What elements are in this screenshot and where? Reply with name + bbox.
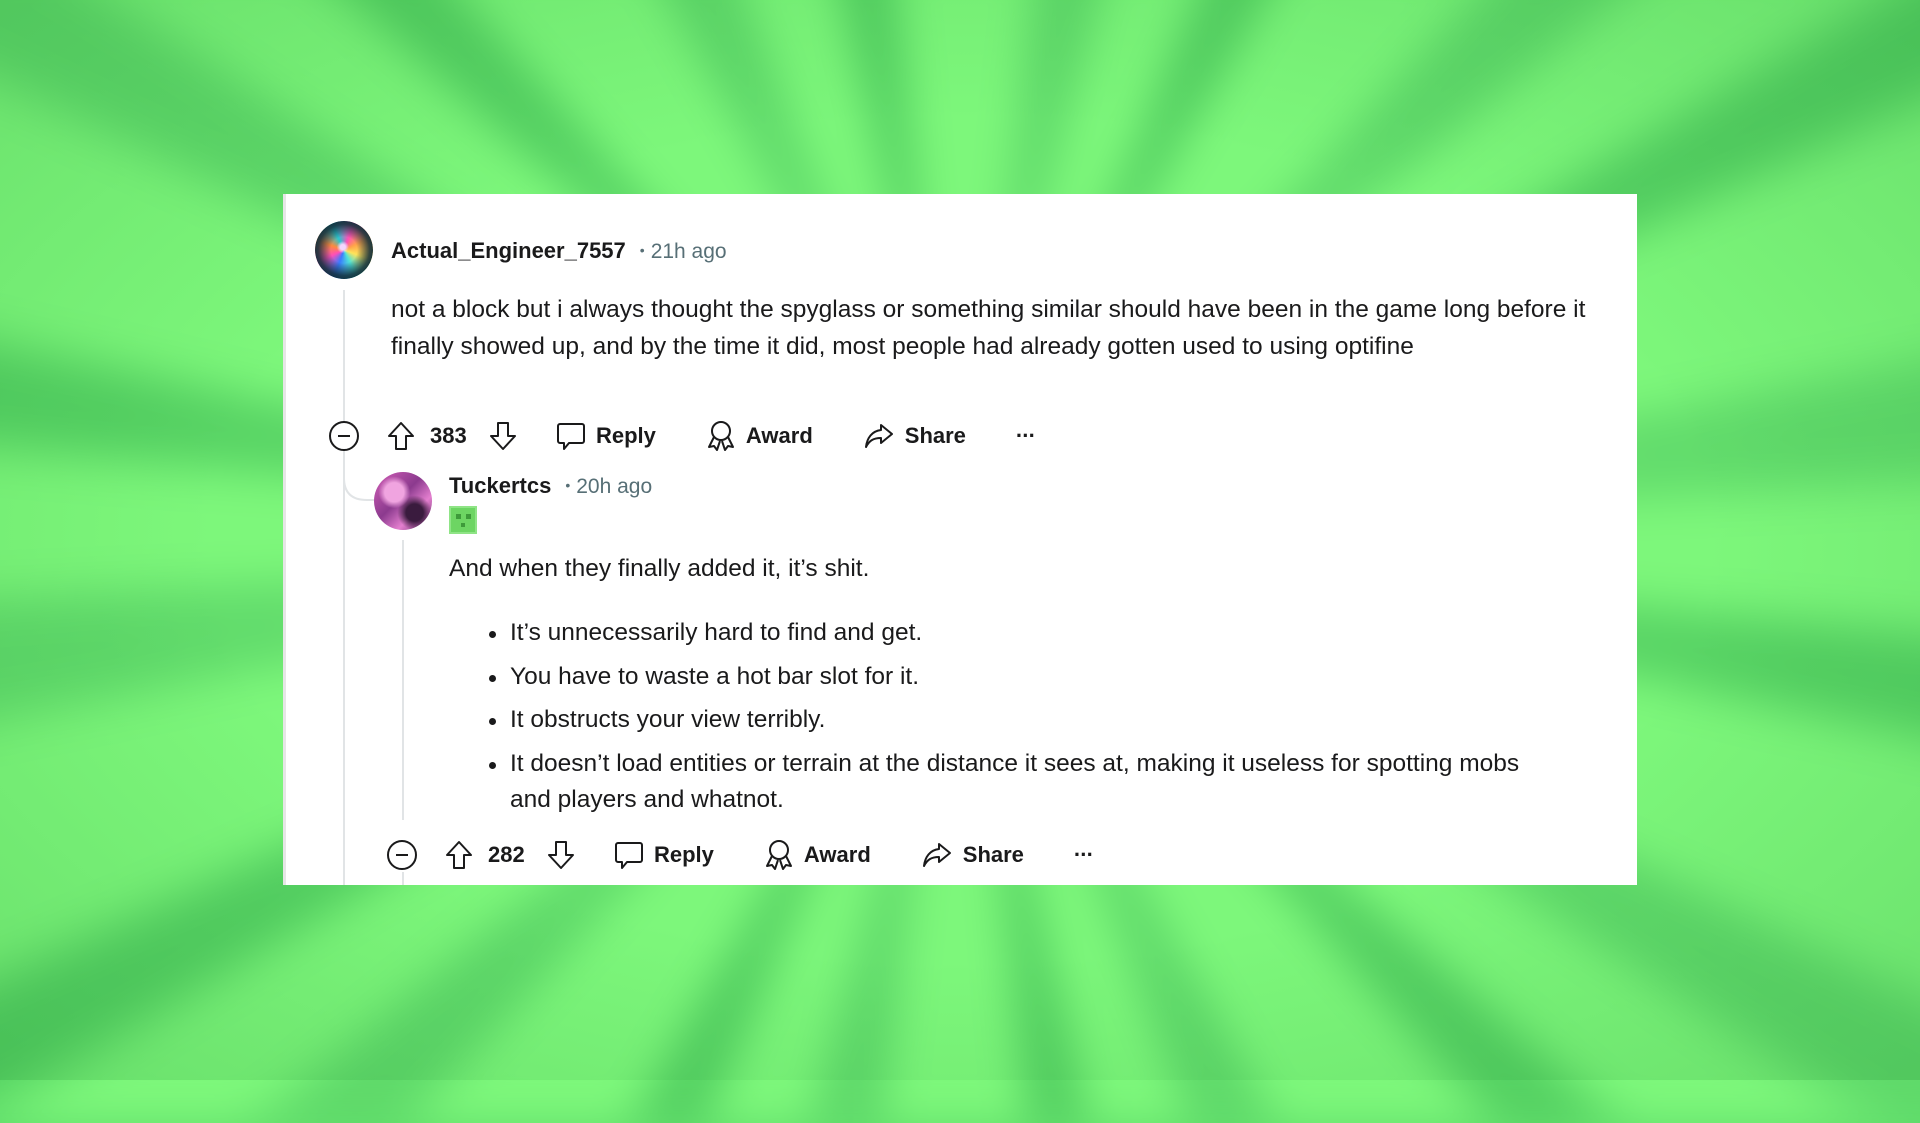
thread-line-reply: [402, 540, 404, 820]
time-ago: 20h ago: [576, 475, 653, 498]
share-button[interactable]: Share: [921, 839, 1024, 871]
reply-button[interactable]: Reply: [614, 839, 714, 871]
comment-header: Actual_Engineer_7557 • 21h ago: [391, 238, 727, 264]
ellipsis-icon: ···: [1073, 842, 1094, 867]
vote-score: 383: [430, 423, 467, 448]
comment-bullet-list: It’s unnecessarily hard to find and get.…: [487, 615, 1587, 826]
award-ribbon-icon: [706, 419, 736, 453]
thread-connector: [343, 456, 375, 501]
avatar[interactable]: [374, 472, 432, 530]
arrow-down-outline-icon[interactable]: [488, 420, 518, 452]
timestamp: • 21h ago: [626, 240, 727, 264]
more-options-button[interactable]: ···: [1015, 423, 1036, 449]
ellipsis-icon: ···: [1015, 423, 1036, 448]
reply-button[interactable]: Reply: [556, 420, 656, 452]
thread-line-root: [343, 290, 345, 885]
avatar[interactable]: [315, 221, 373, 279]
comment-thread-card: Actual_Engineer_7557 • 21h ago not a bloc…: [283, 194, 1637, 885]
minus-circle-icon[interactable]: [386, 839, 418, 871]
slime-face-flair-icon: [449, 506, 477, 534]
username[interactable]: Actual_Engineer_7557: [391, 238, 626, 264]
timestamp: • 20h ago: [551, 475, 652, 499]
award-ribbon-icon: [764, 838, 794, 872]
award-label: Award: [745, 423, 813, 448]
arrow-up-outline-icon[interactable]: [444, 839, 474, 871]
separator-dot: •: [565, 477, 571, 493]
separator-dot: •: [639, 242, 645, 258]
more-options-button[interactable]: ···: [1073, 842, 1094, 868]
award-button[interactable]: Award: [764, 838, 871, 872]
reply-label: Reply: [654, 842, 714, 867]
award-button[interactable]: Award: [706, 419, 813, 453]
vote-score: 282: [488, 842, 525, 867]
list-item: You have to waste a hot bar slot for it.: [487, 659, 1587, 696]
minus-circle-icon[interactable]: [328, 420, 360, 452]
comment-actions: 383 Reply Award Share ···: [328, 416, 1036, 456]
comment-bubble-icon: [614, 839, 644, 871]
comment-body: not a block but i always thought the spy…: [391, 296, 1586, 360]
share-arrow-icon: [863, 420, 895, 452]
username[interactable]: Tuckertcs: [449, 473, 551, 499]
share-arrow-icon: [921, 839, 953, 871]
comment-bubble-icon: [556, 420, 586, 452]
share-button[interactable]: Share: [863, 420, 966, 452]
time-ago: 21h ago: [650, 240, 727, 263]
list-item: It doesn’t load entities or terrain at t…: [487, 746, 1550, 819]
arrow-up-outline-icon[interactable]: [386, 420, 416, 452]
comment-actions: 282 Reply Award Share ···: [386, 835, 1094, 875]
list-item: It obstructs your view terribly.: [487, 702, 1587, 739]
arrow-down-outline-icon[interactable]: [546, 839, 576, 871]
comment-header: Tuckertcs • 20h ago: [449, 473, 652, 499]
list-item: It’s unnecessarily hard to find and get.: [487, 615, 1587, 652]
share-label: Share: [962, 842, 1024, 867]
reply-label: Reply: [596, 423, 656, 448]
share-label: Share: [904, 423, 966, 448]
comment-body-intro: And when they finally added it, it’s shi…: [449, 555, 870, 582]
award-label: Award: [803, 842, 871, 867]
